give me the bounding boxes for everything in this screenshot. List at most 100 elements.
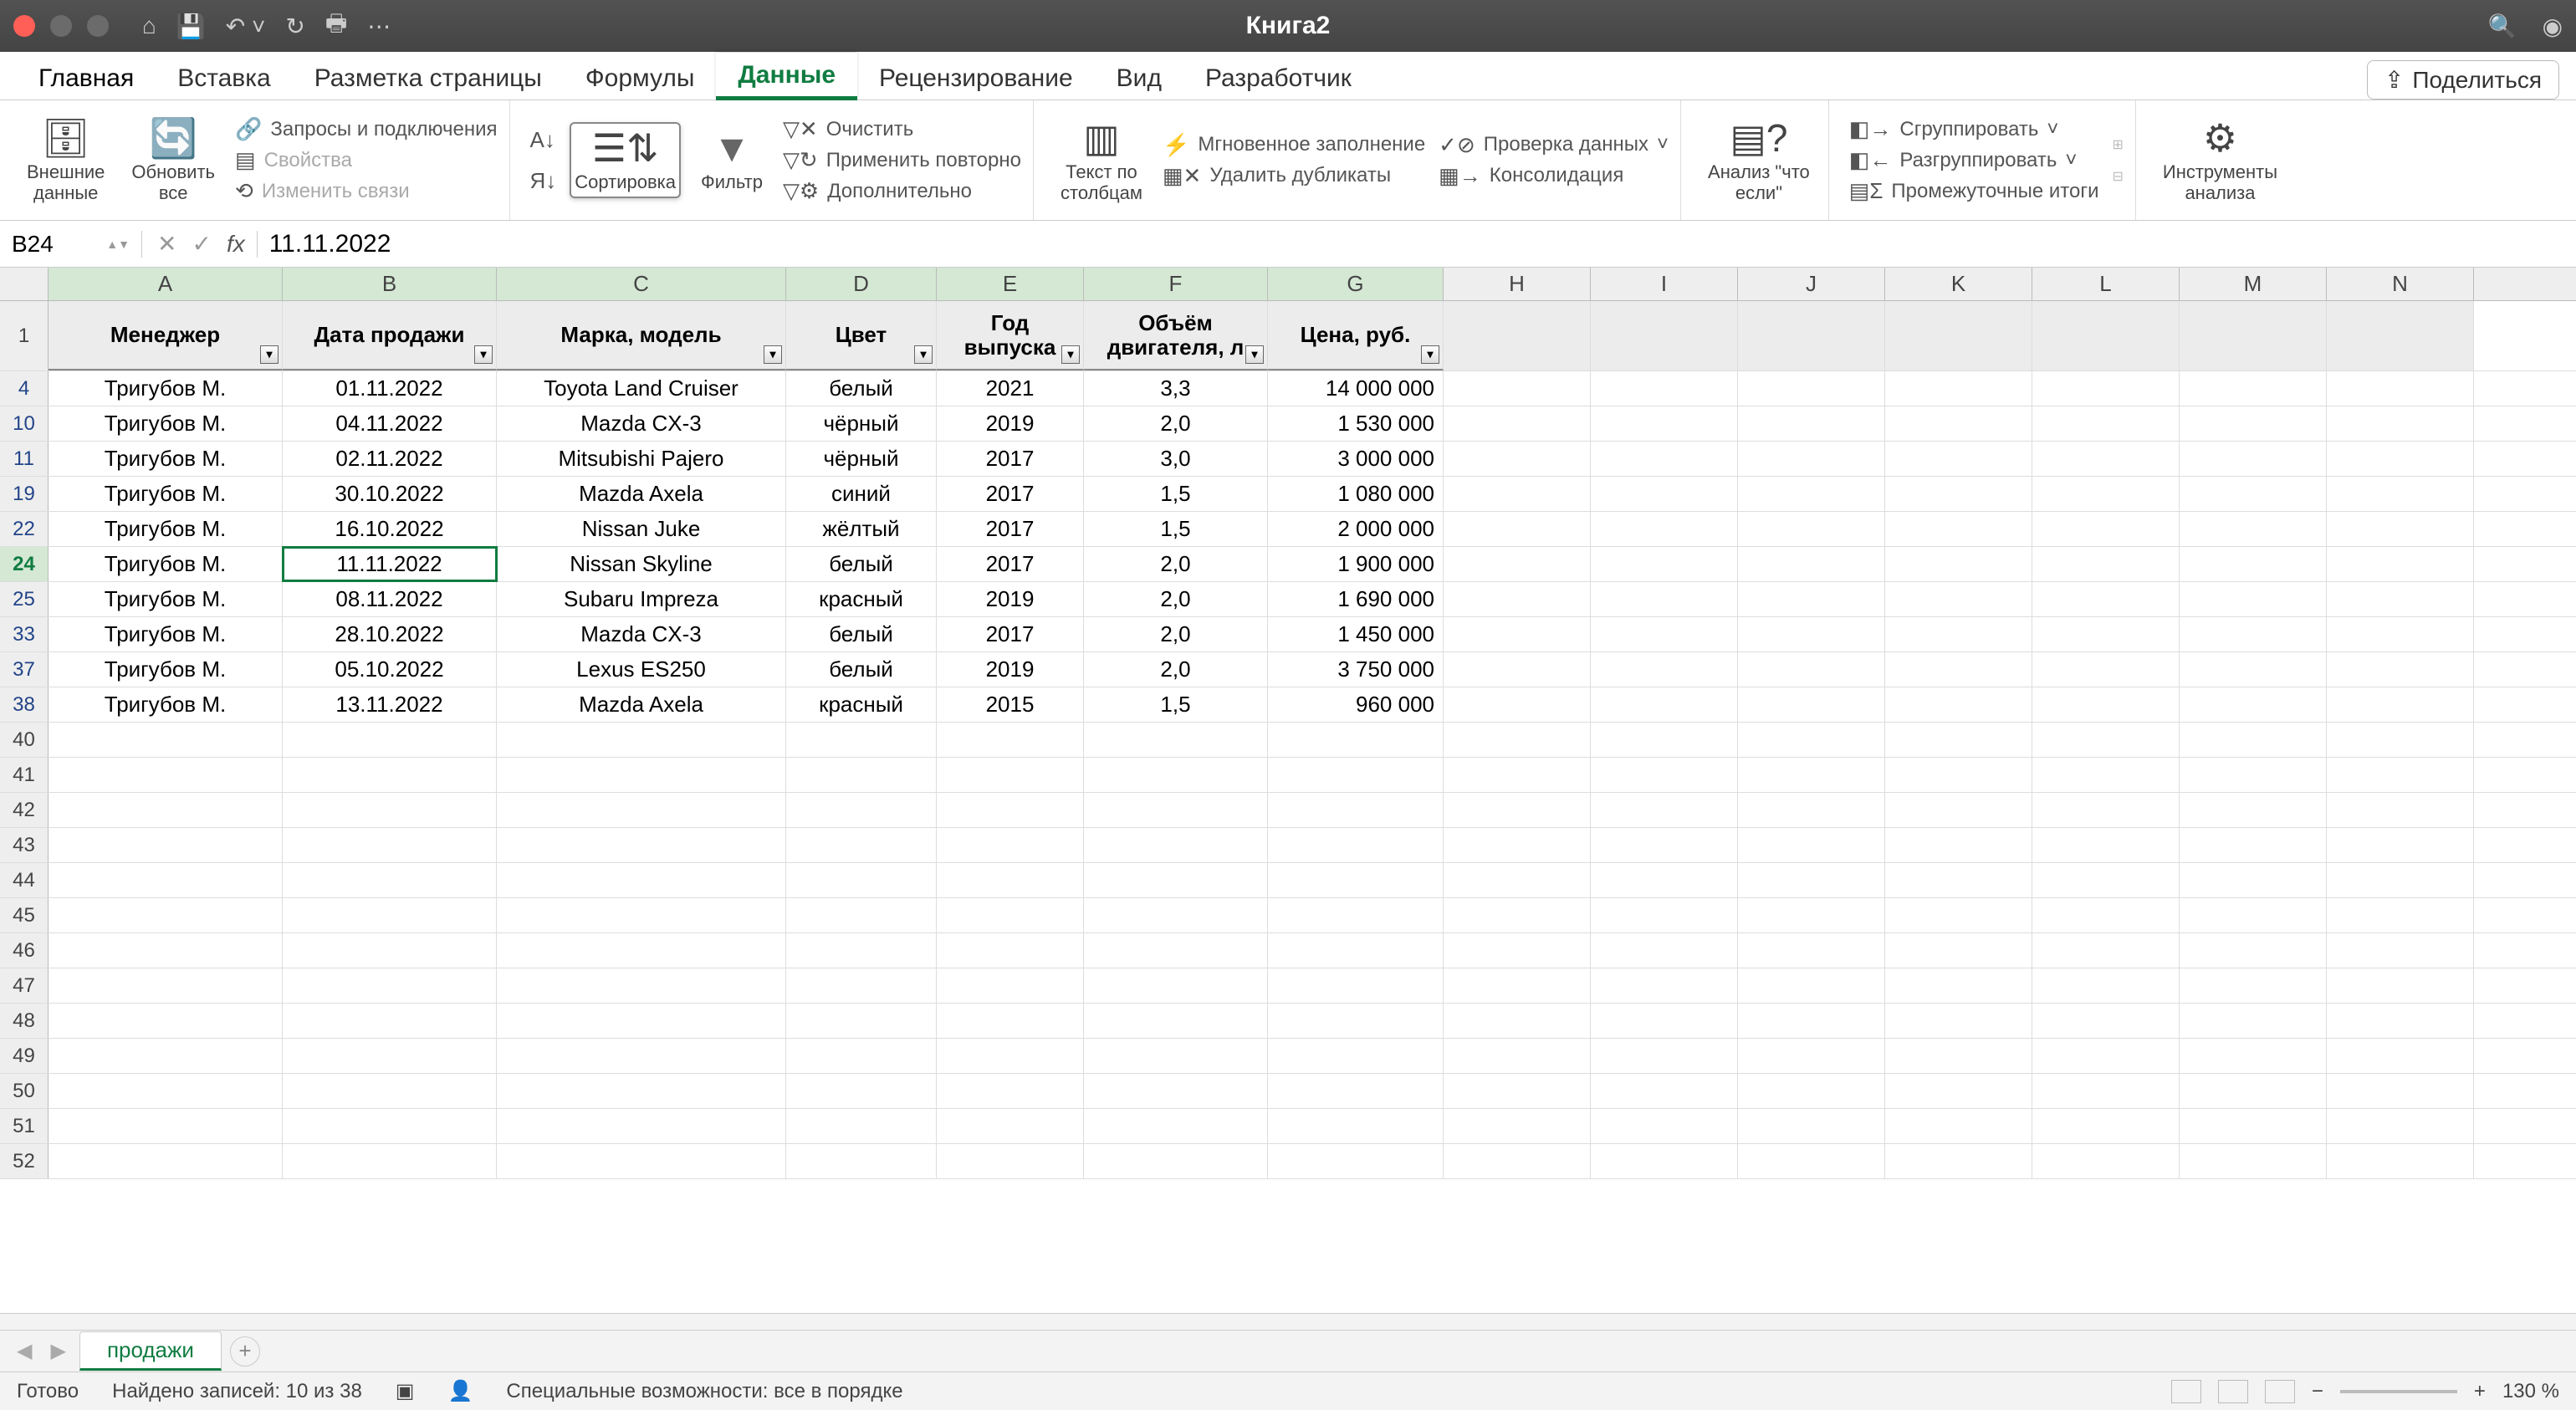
cell[interactable]: [1444, 652, 1591, 687]
column-header[interactable]: G: [1268, 268, 1444, 300]
cell[interactable]: [1738, 1144, 1885, 1178]
cell[interactable]: Nissan Skyline: [497, 547, 786, 581]
cell[interactable]: [1268, 758, 1444, 792]
cell[interactable]: [2327, 371, 2474, 406]
cell[interactable]: [1268, 1004, 1444, 1038]
cell[interactable]: Mazda Axela: [497, 687, 786, 722]
cell[interactable]: [2180, 406, 2327, 441]
row-header[interactable]: 22: [0, 512, 49, 546]
cell[interactable]: [1738, 406, 1885, 441]
cell[interactable]: [1591, 1074, 1738, 1108]
table-header-cell[interactable]: Цвет▾: [786, 301, 937, 370]
expand-icon[interactable]: ⊞: [2112, 136, 2123, 153]
cell[interactable]: [1591, 758, 1738, 792]
cell[interactable]: [1885, 687, 2032, 722]
column-header[interactable]: J: [1738, 268, 1885, 300]
cell[interactable]: [283, 968, 497, 1003]
cell[interactable]: [2180, 723, 2327, 757]
cell[interactable]: чёрный: [786, 406, 937, 441]
cell[interactable]: [2032, 1039, 2180, 1073]
cell[interactable]: [2032, 828, 2180, 862]
row-header[interactable]: 43: [0, 828, 49, 862]
cell[interactable]: [937, 1074, 1084, 1108]
cell[interactable]: [2032, 477, 2180, 511]
cell[interactable]: [1268, 898, 1444, 932]
cell[interactable]: [283, 758, 497, 792]
cell[interactable]: [1885, 1004, 2032, 1038]
cell[interactable]: [1268, 863, 1444, 897]
table-header-cell[interactable]: Дата продажи▾: [283, 301, 497, 370]
zoom-out-button[interactable]: −: [2312, 1380, 2323, 1403]
save-icon[interactable]: 💾: [176, 13, 206, 40]
cell[interactable]: [1444, 687, 1591, 722]
cell[interactable]: [1444, 793, 1591, 827]
cell[interactable]: 1 900 000: [1268, 547, 1444, 581]
cell[interactable]: [2032, 863, 2180, 897]
cell[interactable]: [1738, 442, 1885, 476]
cell[interactable]: [497, 898, 786, 932]
column-header[interactable]: D: [786, 268, 937, 300]
cell[interactable]: [937, 1004, 1084, 1038]
cell[interactable]: [1444, 512, 1591, 546]
cell[interactable]: [1885, 723, 2032, 757]
cell[interactable]: 16.10.2022: [283, 512, 497, 546]
cell[interactable]: [1444, 406, 1591, 441]
row-header[interactable]: 45: [0, 898, 49, 932]
cell[interactable]: 08.11.2022: [283, 582, 497, 616]
cell[interactable]: 05.10.2022: [283, 652, 497, 687]
cell[interactable]: [283, 1144, 497, 1178]
cell[interactable]: [1444, 582, 1591, 616]
cell[interactable]: 30.10.2022: [283, 477, 497, 511]
cell[interactable]: [2180, 863, 2327, 897]
cell[interactable]: [1738, 547, 1885, 581]
cell[interactable]: [2180, 371, 2327, 406]
cell[interactable]: [1444, 828, 1591, 862]
cell[interactable]: [2180, 758, 2327, 792]
cell[interactable]: [1084, 863, 1268, 897]
cell[interactable]: [1738, 1109, 1885, 1143]
cell[interactable]: [937, 898, 1084, 932]
cell[interactable]: [937, 968, 1084, 1003]
cell[interactable]: [786, 898, 937, 932]
menu-tab-разработчик[interactable]: Разработчик: [1183, 56, 1373, 100]
column-header[interactable]: N: [2327, 268, 2474, 300]
page-break-view-button[interactable]: [2265, 1380, 2295, 1403]
macro-record-icon[interactable]: ▣: [396, 1379, 415, 1403]
table-header-cell[interactable]: Год выпуска▾: [937, 301, 1084, 370]
cell[interactable]: [1738, 933, 1885, 968]
column-header[interactable]: I: [1591, 268, 1738, 300]
cell[interactable]: [1591, 793, 1738, 827]
cell[interactable]: Mitsubishi Pajero: [497, 442, 786, 476]
cell[interactable]: [1591, 477, 1738, 511]
cell[interactable]: [1268, 1074, 1444, 1108]
cancel-formula-icon[interactable]: ✕: [157, 230, 176, 258]
external-data-button[interactable]: 🗄 Внешние данные: [20, 112, 111, 207]
sort-asc-icon[interactable]: A↓: [530, 127, 557, 153]
cell[interactable]: белый: [786, 371, 937, 406]
cell[interactable]: белый: [786, 652, 937, 687]
cell[interactable]: [2327, 793, 2474, 827]
cell[interactable]: [2180, 968, 2327, 1003]
cell[interactable]: [1591, 442, 1738, 476]
cell[interactable]: [497, 793, 786, 827]
close-window-button[interactable]: [13, 15, 35, 37]
column-header[interactable]: K: [1885, 268, 2032, 300]
cell[interactable]: [2180, 793, 2327, 827]
cell[interactable]: [1444, 1144, 1591, 1178]
cell[interactable]: [1444, 723, 1591, 757]
cell[interactable]: [2327, 1039, 2474, 1073]
cell[interactable]: [1738, 687, 1885, 722]
cell[interactable]: [1268, 723, 1444, 757]
analysis-tools-button[interactable]: ⚙ Инструменты анализа: [2156, 112, 2284, 207]
cell[interactable]: [1738, 477, 1885, 511]
cell[interactable]: 1,5: [1084, 512, 1268, 546]
cell[interactable]: [283, 1074, 497, 1108]
cell[interactable]: [1591, 1109, 1738, 1143]
cell[interactable]: [49, 1004, 283, 1038]
cell[interactable]: [2032, 371, 2180, 406]
cell[interactable]: [2327, 723, 2474, 757]
name-box-dropdown-icon[interactable]: ▲▼: [106, 238, 130, 251]
cell[interactable]: 2017: [937, 512, 1084, 546]
cell[interactable]: [49, 793, 283, 827]
cell[interactable]: [1591, 723, 1738, 757]
